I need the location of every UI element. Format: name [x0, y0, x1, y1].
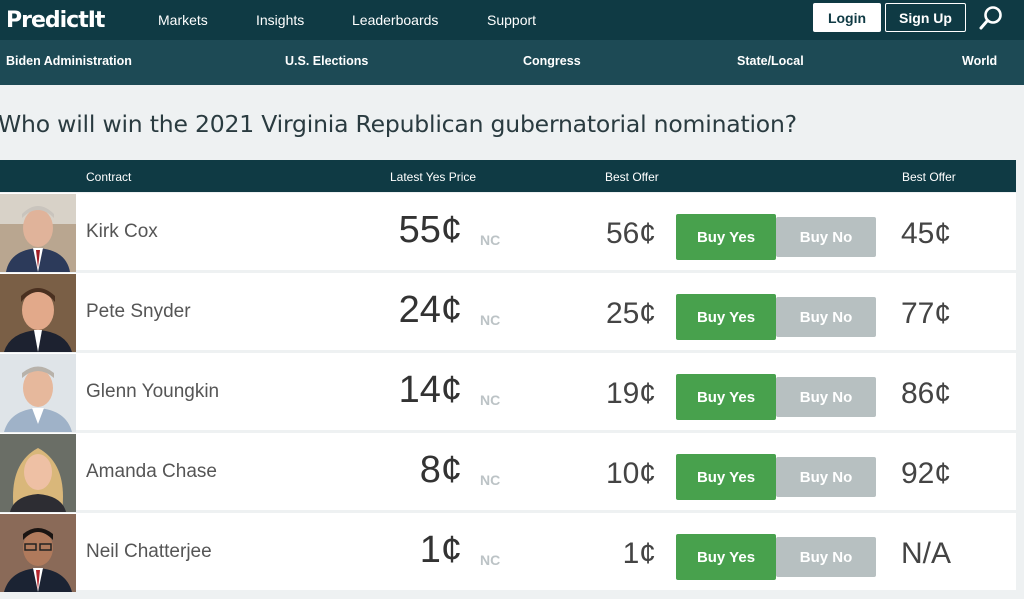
contracts-table-header: Contract Latest Yes Price Best Offer Bes…: [0, 160, 1016, 192]
subnav-biden-administration[interactable]: Biden Administration: [6, 54, 132, 68]
candidate-photo[interactable]: [0, 274, 76, 352]
buy-no-button[interactable]: Buy No: [776, 457, 876, 497]
buy-yes-button[interactable]: Buy Yes: [676, 374, 776, 420]
best-offer-no: 45¢: [901, 217, 952, 250]
nav-insights[interactable]: Insights: [256, 12, 304, 28]
buy-no-button[interactable]: Buy No: [776, 537, 876, 577]
best-offer-yes: 56¢: [605, 217, 656, 250]
latest-yes-price: 55¢: [398, 209, 462, 251]
nav-leaderboards[interactable]: Leaderboards: [352, 12, 438, 28]
best-offer-yes: 19¢: [605, 377, 656, 410]
signup-button[interactable]: Sign Up: [885, 3, 966, 32]
search-icon[interactable]: [978, 4, 1004, 32]
page-title: Who will win the 2021 Virginia Republica…: [0, 110, 797, 138]
contract-row[interactable]: Glenn Youngkin 14¢ NC 19¢ Buy Yes Buy No…: [0, 353, 1016, 432]
latest-yes-price: 1¢: [419, 529, 462, 571]
candidate-photo[interactable]: [0, 434, 76, 512]
buy-no-button[interactable]: Buy No: [776, 217, 876, 257]
nav-support[interactable]: Support: [487, 12, 536, 28]
contract-name[interactable]: Pete Snyder: [86, 301, 191, 323]
contract-name[interactable]: Kirk Cox: [86, 221, 158, 243]
latest-yes-price: 14¢: [398, 369, 462, 411]
price-change: NC: [480, 312, 501, 328]
buy-yes-button[interactable]: Buy Yes: [676, 214, 776, 260]
nav-markets[interactable]: Markets: [158, 12, 208, 28]
candidate-photo[interactable]: [0, 514, 76, 592]
subnav-congress[interactable]: Congress: [523, 54, 581, 68]
price-change: NC: [480, 392, 501, 408]
latest-yes-price: 8¢: [419, 449, 462, 491]
predictit-logo[interactable]: PredictIt: [6, 6, 105, 34]
logo-text: PredictIt: [6, 7, 105, 33]
buy-yes-button[interactable]: Buy Yes: [676, 454, 776, 500]
subnav-us-elections[interactable]: U.S. Elections: [285, 54, 368, 68]
best-offer-no: N/A: [901, 537, 952, 570]
category-nav: Biden Administration U.S. Elections Cong…: [0, 40, 1024, 85]
latest-yes-price: 24¢: [398, 289, 462, 331]
header-best-offer-no: Best Offer: [902, 170, 956, 184]
contract-row[interactable]: Amanda Chase 8¢ NC 10¢ Buy Yes Buy No 92…: [0, 433, 1016, 512]
buy-yes-button[interactable]: Buy Yes: [676, 294, 776, 340]
subnav-world[interactable]: World: [962, 54, 997, 68]
best-offer-no: 86¢: [901, 377, 952, 410]
candidate-photo[interactable]: [0, 194, 76, 272]
top-nav: PredictIt Markets Insights Leaderboards …: [0, 0, 1024, 40]
contract-row[interactable]: Kirk Cox 55¢ NC 56¢ Buy Yes Buy No 45¢: [0, 193, 1016, 272]
best-offer-no: 77¢: [901, 297, 952, 330]
contract-row[interactable]: Pete Snyder 24¢ NC 25¢ Buy Yes Buy No 77…: [0, 273, 1016, 352]
subnav-state-local[interactable]: State/Local: [737, 54, 804, 68]
best-offer-yes: 10¢: [605, 457, 656, 490]
buy-no-button[interactable]: Buy No: [776, 297, 876, 337]
contract-row[interactable]: Neil Chatterjee 1¢ NC 1¢ Buy Yes Buy No …: [0, 513, 1016, 592]
contract-name[interactable]: Amanda Chase: [86, 461, 217, 483]
buy-yes-button[interactable]: Buy Yes: [676, 534, 776, 580]
price-change: NC: [480, 552, 501, 568]
best-offer-yes: 1¢: [622, 537, 656, 570]
header-latest-yes-price: Latest Yes Price: [390, 170, 477, 184]
header-contract: Contract: [86, 170, 132, 184]
price-change: NC: [480, 472, 501, 488]
header-best-offer-yes: Best Offer: [605, 170, 659, 184]
contract-name[interactable]: Glenn Youngkin: [86, 381, 219, 403]
best-offer-yes: 25¢: [605, 297, 656, 330]
contract-name[interactable]: Neil Chatterjee: [86, 541, 212, 563]
price-change: NC: [480, 232, 501, 248]
login-button[interactable]: Login: [813, 3, 881, 32]
buy-no-button[interactable]: Buy No: [776, 377, 876, 417]
candidate-photo[interactable]: [0, 354, 76, 432]
best-offer-no: 92¢: [901, 457, 952, 490]
